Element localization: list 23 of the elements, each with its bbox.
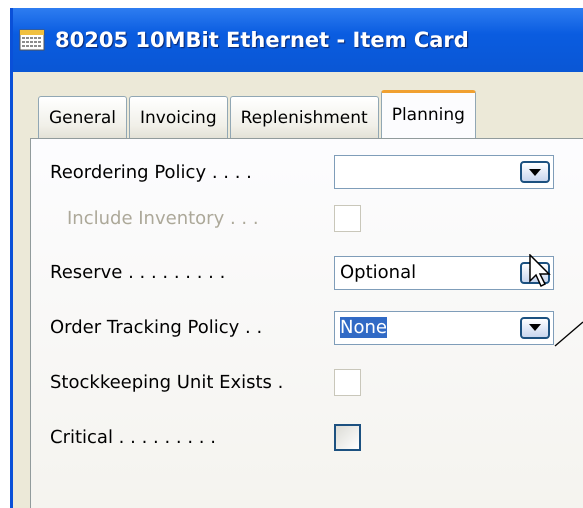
caret-icon <box>529 324 541 331</box>
dropdown-field[interactable] <box>334 155 554 189</box>
field-label: Reordering Policy . . . . <box>50 162 253 182</box>
field-label: Critical . . . . . . . . . <box>50 427 217 448</box>
field-label: Order Tracking Policy . . <box>50 317 264 338</box>
tab[interactable]: General <box>38 96 127 138</box>
checkbox[interactable] <box>334 424 361 451</box>
field-value: Optional <box>340 262 416 283</box>
field-label: Stockkeeping Unit Exists . <box>50 372 284 393</box>
tab[interactable]: Planning <box>380 90 476 138</box>
tab[interactable]: Replenishment <box>230 96 379 138</box>
field-label: Include Inventory . . . <box>66 208 260 228</box>
field-value: None <box>340 317 387 338</box>
dropdown-button[interactable] <box>520 316 550 338</box>
table-icon <box>19 29 45 51</box>
caret-icon <box>529 168 541 176</box>
field-label: Reserve . . . . . . . . . <box>50 262 226 283</box>
mouse-pointer-icon <box>529 254 551 288</box>
window-title: 80205 10MBit Ethernet - Item Card <box>55 28 469 52</box>
tab[interactable]: Invoicing <box>129 96 228 138</box>
dropdown-field[interactable]: None <box>334 310 554 344</box>
dropdown-button[interactable] <box>520 161 550 183</box>
dropdown-field[interactable]: Optional <box>334 256 554 290</box>
